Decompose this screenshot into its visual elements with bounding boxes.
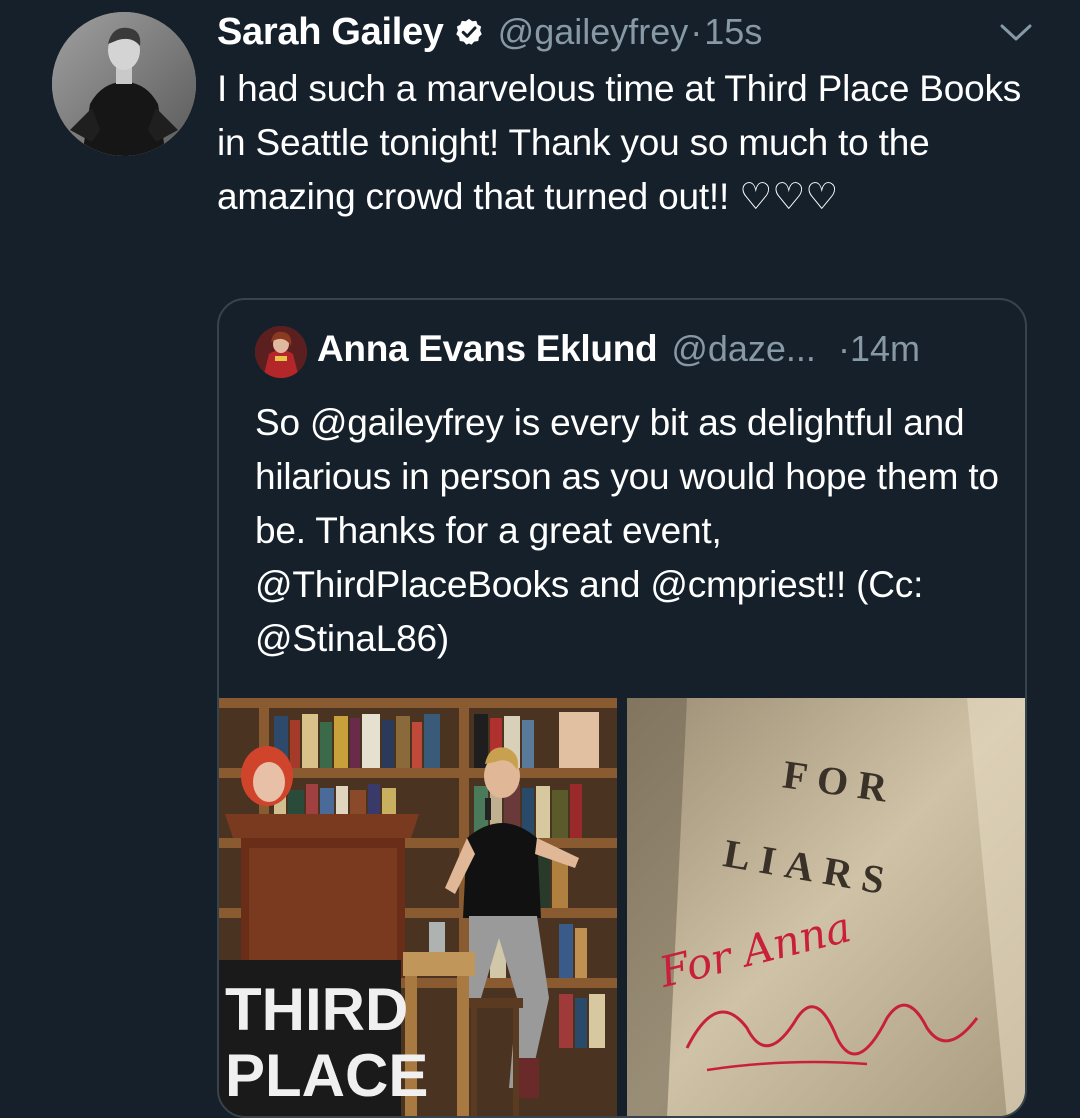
quoted-timestamp[interactable]: 14m bbox=[850, 328, 920, 370]
author-handle[interactable]: @gaileyfrey bbox=[498, 11, 689, 53]
quoted-avatar-image bbox=[255, 326, 307, 378]
quoted-author-avatar[interactable] bbox=[255, 326, 307, 378]
event-photo[interactable]: THIRD PLACE bbox=[219, 698, 617, 1116]
quoted-media: THIRD PLACE FOR LIARS For Anna bbox=[219, 698, 1025, 1116]
header-separator: · bbox=[690, 11, 703, 52]
signed-book-photo-image: FOR LIARS For Anna bbox=[627, 698, 1025, 1116]
quoted-tweet[interactable]: Anna Evans Eklund @daze... · 14m So @gai… bbox=[217, 298, 1027, 1118]
quoted-author-name[interactable]: Anna Evans Eklund bbox=[317, 328, 658, 370]
author-avatar[interactable] bbox=[52, 12, 196, 156]
quoted-header: Anna Evans Eklund @daze... · 14m bbox=[317, 328, 920, 370]
quoted-text: So @gaileyfrey is every bit as delightfu… bbox=[255, 402, 999, 659]
quoted-separator: · bbox=[837, 328, 850, 369]
sign-text-line2: PLACE bbox=[225, 1042, 428, 1109]
chevron-down-icon[interactable] bbox=[998, 18, 1034, 46]
quoted-author-handle[interactable]: @daze... bbox=[671, 328, 816, 370]
tweet-timestamp[interactable]: 15s bbox=[704, 11, 762, 53]
event-photo-image: THIRD PLACE bbox=[219, 698, 617, 1116]
sign-text-line1: THIRD bbox=[225, 976, 408, 1043]
verified-badge-icon bbox=[454, 17, 484, 47]
tweet-header: Sarah Gailey @gaileyfrey · 15s bbox=[217, 8, 762, 56]
signed-book-photo[interactable]: FOR LIARS For Anna bbox=[627, 698, 1025, 1116]
tweet-text: I had such a marvelous time at Third Pla… bbox=[217, 68, 1032, 217]
author-name[interactable]: Sarah Gailey bbox=[217, 11, 444, 54]
author-avatar-image bbox=[52, 12, 196, 156]
tweet: Sarah Gailey @gaileyfrey · 15s I had suc… bbox=[0, 0, 1080, 1118]
